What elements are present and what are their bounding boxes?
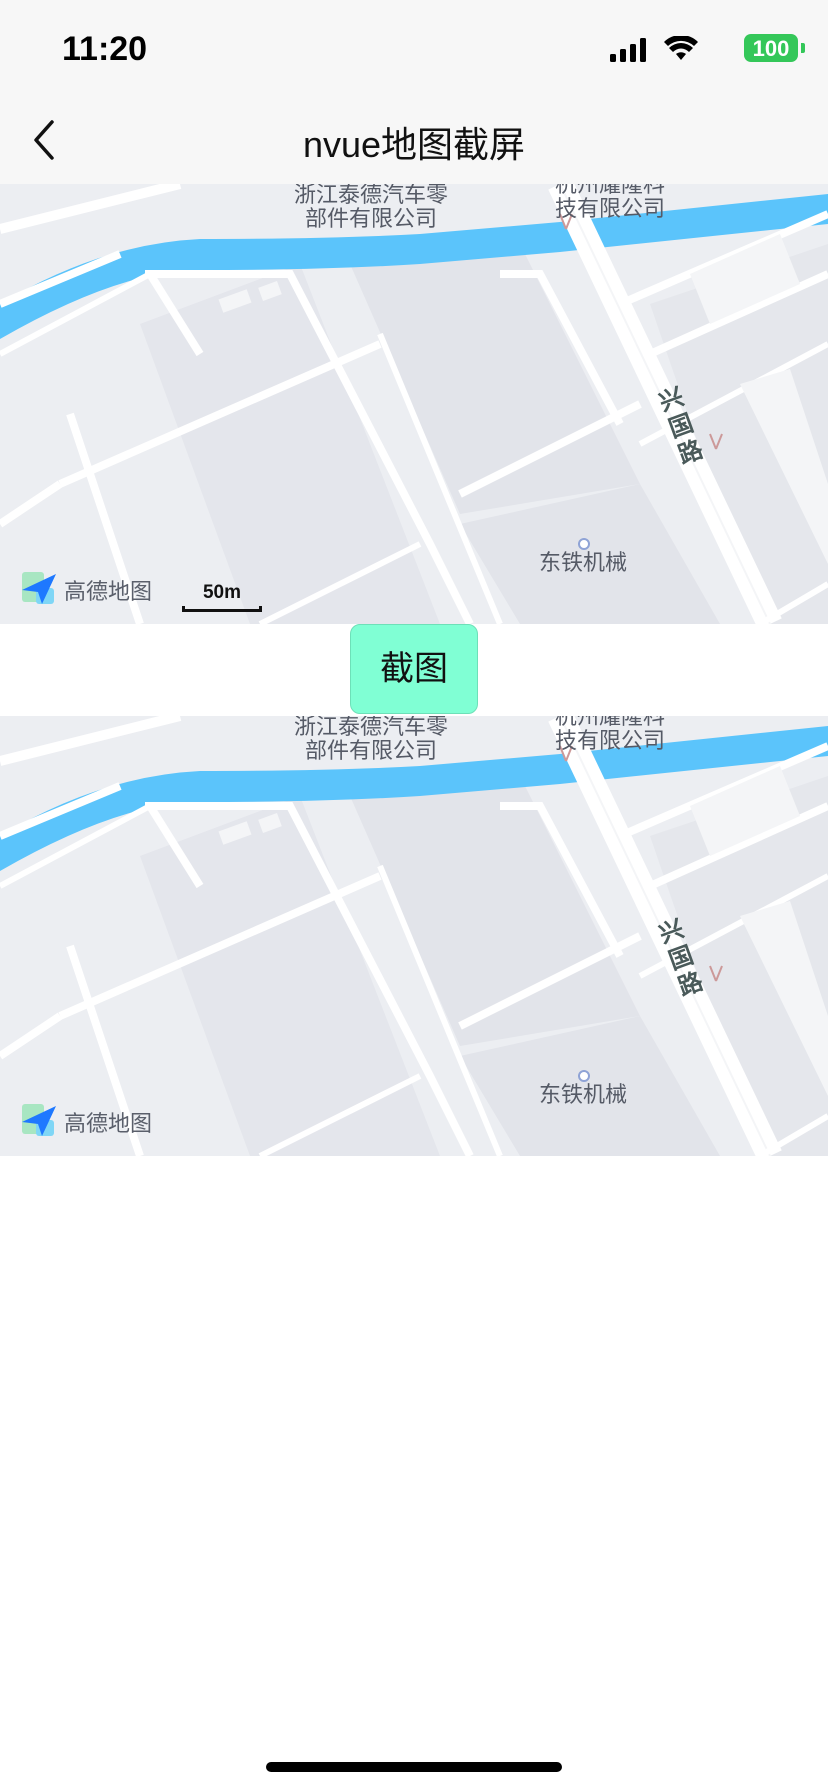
map-logo-text: 高德地图	[64, 580, 153, 605]
map-logo: 高德地图	[20, 1102, 152, 1138]
map-logo-text: 高德地图	[64, 1112, 153, 1137]
map-label-poi: 东铁机械	[538, 1083, 627, 1108]
map-view[interactable]: 浙江泰德汽车零 部件有限公司 杭州耀隆科 技有限公司 兴国路 东铁机械 高德地图…	[0, 184, 828, 624]
map-label-company: 杭州耀隆科 技有限公司	[554, 716, 665, 754]
map-label-company: 浙江泰德汽车零 部件有限公司	[293, 184, 448, 232]
battery-level: 100	[752, 36, 790, 61]
map-scale: 50m	[182, 582, 262, 612]
battery-icon: 100	[744, 34, 805, 62]
status-time: 11:20	[62, 30, 148, 68]
status-bar: 11:20 100	[0, 0, 828, 96]
map-logo: 高德地图	[20, 570, 152, 606]
map-scale-bar	[182, 606, 262, 612]
map-screenshot-image: 浙江泰德汽车零 部件有限公司 杭州耀隆科 技有限公司 兴国路 东铁机械 高德地图	[0, 716, 828, 1156]
wifi-icon	[664, 36, 698, 60]
cellular-signal-icon	[610, 38, 646, 62]
home-indicator[interactable]	[266, 1762, 562, 1772]
status-icons: 100	[598, 32, 805, 66]
amap-logo-icon	[22, 1104, 56, 1136]
map-label-company: 杭州耀隆科 技有限公司	[554, 184, 665, 222]
map-screenshot-tiles	[0, 716, 828, 1156]
poi-marker	[578, 1070, 590, 1082]
capture-button[interactable]: 截图	[350, 624, 478, 714]
map-label-company: 浙江泰德汽车零 部件有限公司	[293, 716, 448, 764]
map-label-poi: 东铁机械	[538, 551, 627, 576]
poi-marker[interactable]	[578, 538, 590, 550]
map-tiles	[0, 184, 828, 624]
amap-logo-icon	[22, 572, 56, 604]
navigation-bar: nvue地图截屏	[0, 96, 828, 184]
map-scale-label: 50m	[202, 582, 242, 603]
page-title: nvue地图截屏	[302, 124, 526, 165]
